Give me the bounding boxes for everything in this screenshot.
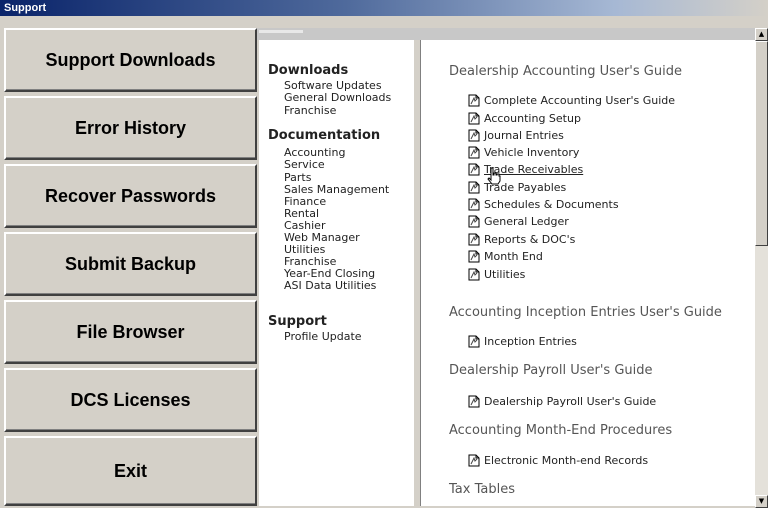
pdf-document-icon [468,198,480,211]
pdf-document-icon [468,163,480,176]
submit-backup-button[interactable]: Submit Backup [4,232,257,296]
pdf-document-icon [468,395,480,408]
pdf-document-icon [468,112,480,125]
document-link-label: Month End [484,250,543,263]
doc-item[interactable]: Reports & DOC's [468,230,575,246]
doc-item[interactable]: Accounting Setup [468,109,581,125]
document-link-label: Complete Accounting User's Guide [484,94,676,107]
nav-panel: Support Downloads Error History Recover … [4,28,257,506]
pdf-document-icon [468,181,480,194]
link-panel: Downloads Software Updates General Downl… [259,40,413,506]
link-cashier[interactable]: Cashier [284,220,325,231]
document-link-label: Dealership Payroll User's Guide [484,395,657,408]
link-finance[interactable]: Finance [284,196,326,207]
error-history-button[interactable]: Error History [4,96,257,160]
document-link-label: Vehicle Inventory [484,146,580,159]
title-bar: Support [0,0,768,16]
recover-passwords-button[interactable]: Recover Passwords [4,164,257,228]
link-asi-data-utilities[interactable]: ASI Data Utilities [284,280,376,291]
doc-item[interactable]: Month End [468,247,543,263]
doc-item[interactable]: Utilities [468,265,525,281]
link-general-downloads[interactable]: General Downloads [284,92,391,103]
downloads-heading: Downloads [268,63,349,78]
exit-button[interactable]: Exit [4,436,257,506]
scroll-down-button[interactable]: ▼ [755,495,768,508]
hand-pointer-icon [487,167,501,185]
link-web-manager[interactable]: Web Manager [284,232,360,243]
documentation-heading: Documentation [268,128,381,143]
panel-divider[interactable] [413,40,421,506]
link-parts[interactable]: Parts [284,172,311,183]
doc-item[interactable]: Journal Entries [468,126,564,142]
document-link-label: Journal Entries [484,129,564,142]
document-link-label: Reports & DOC's [484,233,576,246]
link-service[interactable]: Service [284,159,325,170]
link-year-end-closing[interactable]: Year-End Closing [284,268,375,279]
pdf-document-icon [468,454,480,467]
link-utilities[interactable]: Utilities [284,244,325,255]
scroll-thumb[interactable] [755,41,768,246]
link-software-updates[interactable]: Software Updates [284,80,382,91]
document-link-label: Electronic Month-end Records [484,454,649,467]
guide-title-tax-tables: Tax Tables [449,482,515,497]
guide-title-month-end: Accounting Month-End Procedures [449,423,673,438]
doc-item[interactable]: Inception Entries [468,332,577,348]
support-heading: Support [268,314,327,329]
pdf-document-icon [468,129,480,142]
pdf-document-icon [468,335,480,348]
pdf-document-icon [468,268,480,281]
frame-tab [259,30,303,33]
document-link-label: General Ledger [484,215,569,228]
pdf-document-icon [468,233,480,246]
guide-title-inception: Accounting Inception Entries User's Guid… [449,305,722,320]
support-downloads-button[interactable]: Support Downloads [4,28,257,92]
pdf-document-icon [468,146,480,159]
link-accounting[interactable]: Accounting [284,147,345,158]
doc-item[interactable]: Dealership Payroll User's Guide [468,392,656,408]
doc-item[interactable]: Vehicle Inventory [468,143,579,159]
document-link-label: Inception Entries [484,335,577,348]
doc-item[interactable]: Schedules & Documents [468,195,619,211]
pdf-document-icon [468,215,480,228]
document-list: Dealership Accounting User's Guide Accou… [421,40,755,506]
link-sales-management[interactable]: Sales Management [284,184,389,195]
dcs-licenses-button[interactable]: DCS Licenses [4,368,257,432]
scroll-up-button[interactable]: ▲ [755,28,768,41]
link-rental[interactable]: Rental [284,208,319,219]
doc-item[interactable]: Trade Payables [468,178,566,194]
doc-item[interactable]: Electronic Month-end Records [468,451,648,467]
document-link-label: Accounting Setup [484,112,581,125]
link-franchise-downloads[interactable]: Franchise [284,105,336,116]
pdf-document-icon [468,94,480,107]
pdf-document-icon [468,250,480,263]
frame-top-strip [257,28,755,40]
doc-item[interactable]: General Ledger [468,212,569,228]
link-franchise-docs[interactable]: Franchise [284,256,336,267]
guide-title-accounting: Dealership Accounting User's Guide [449,64,682,79]
guide-title-payroll: Dealership Payroll User's Guide [449,363,653,378]
file-browser-button[interactable]: File Browser [4,300,257,364]
support-window: Support Support Downloads Error History … [0,0,768,508]
link-profile-update[interactable]: Profile Update [284,331,362,342]
doc-item[interactable]: Complete Accounting User's Guide [468,91,675,107]
document-link-label: Utilities [484,268,526,281]
document-link-label: Schedules & Documents [484,198,619,211]
vertical-scrollbar[interactable]: ▲ ▼ [755,28,768,508]
